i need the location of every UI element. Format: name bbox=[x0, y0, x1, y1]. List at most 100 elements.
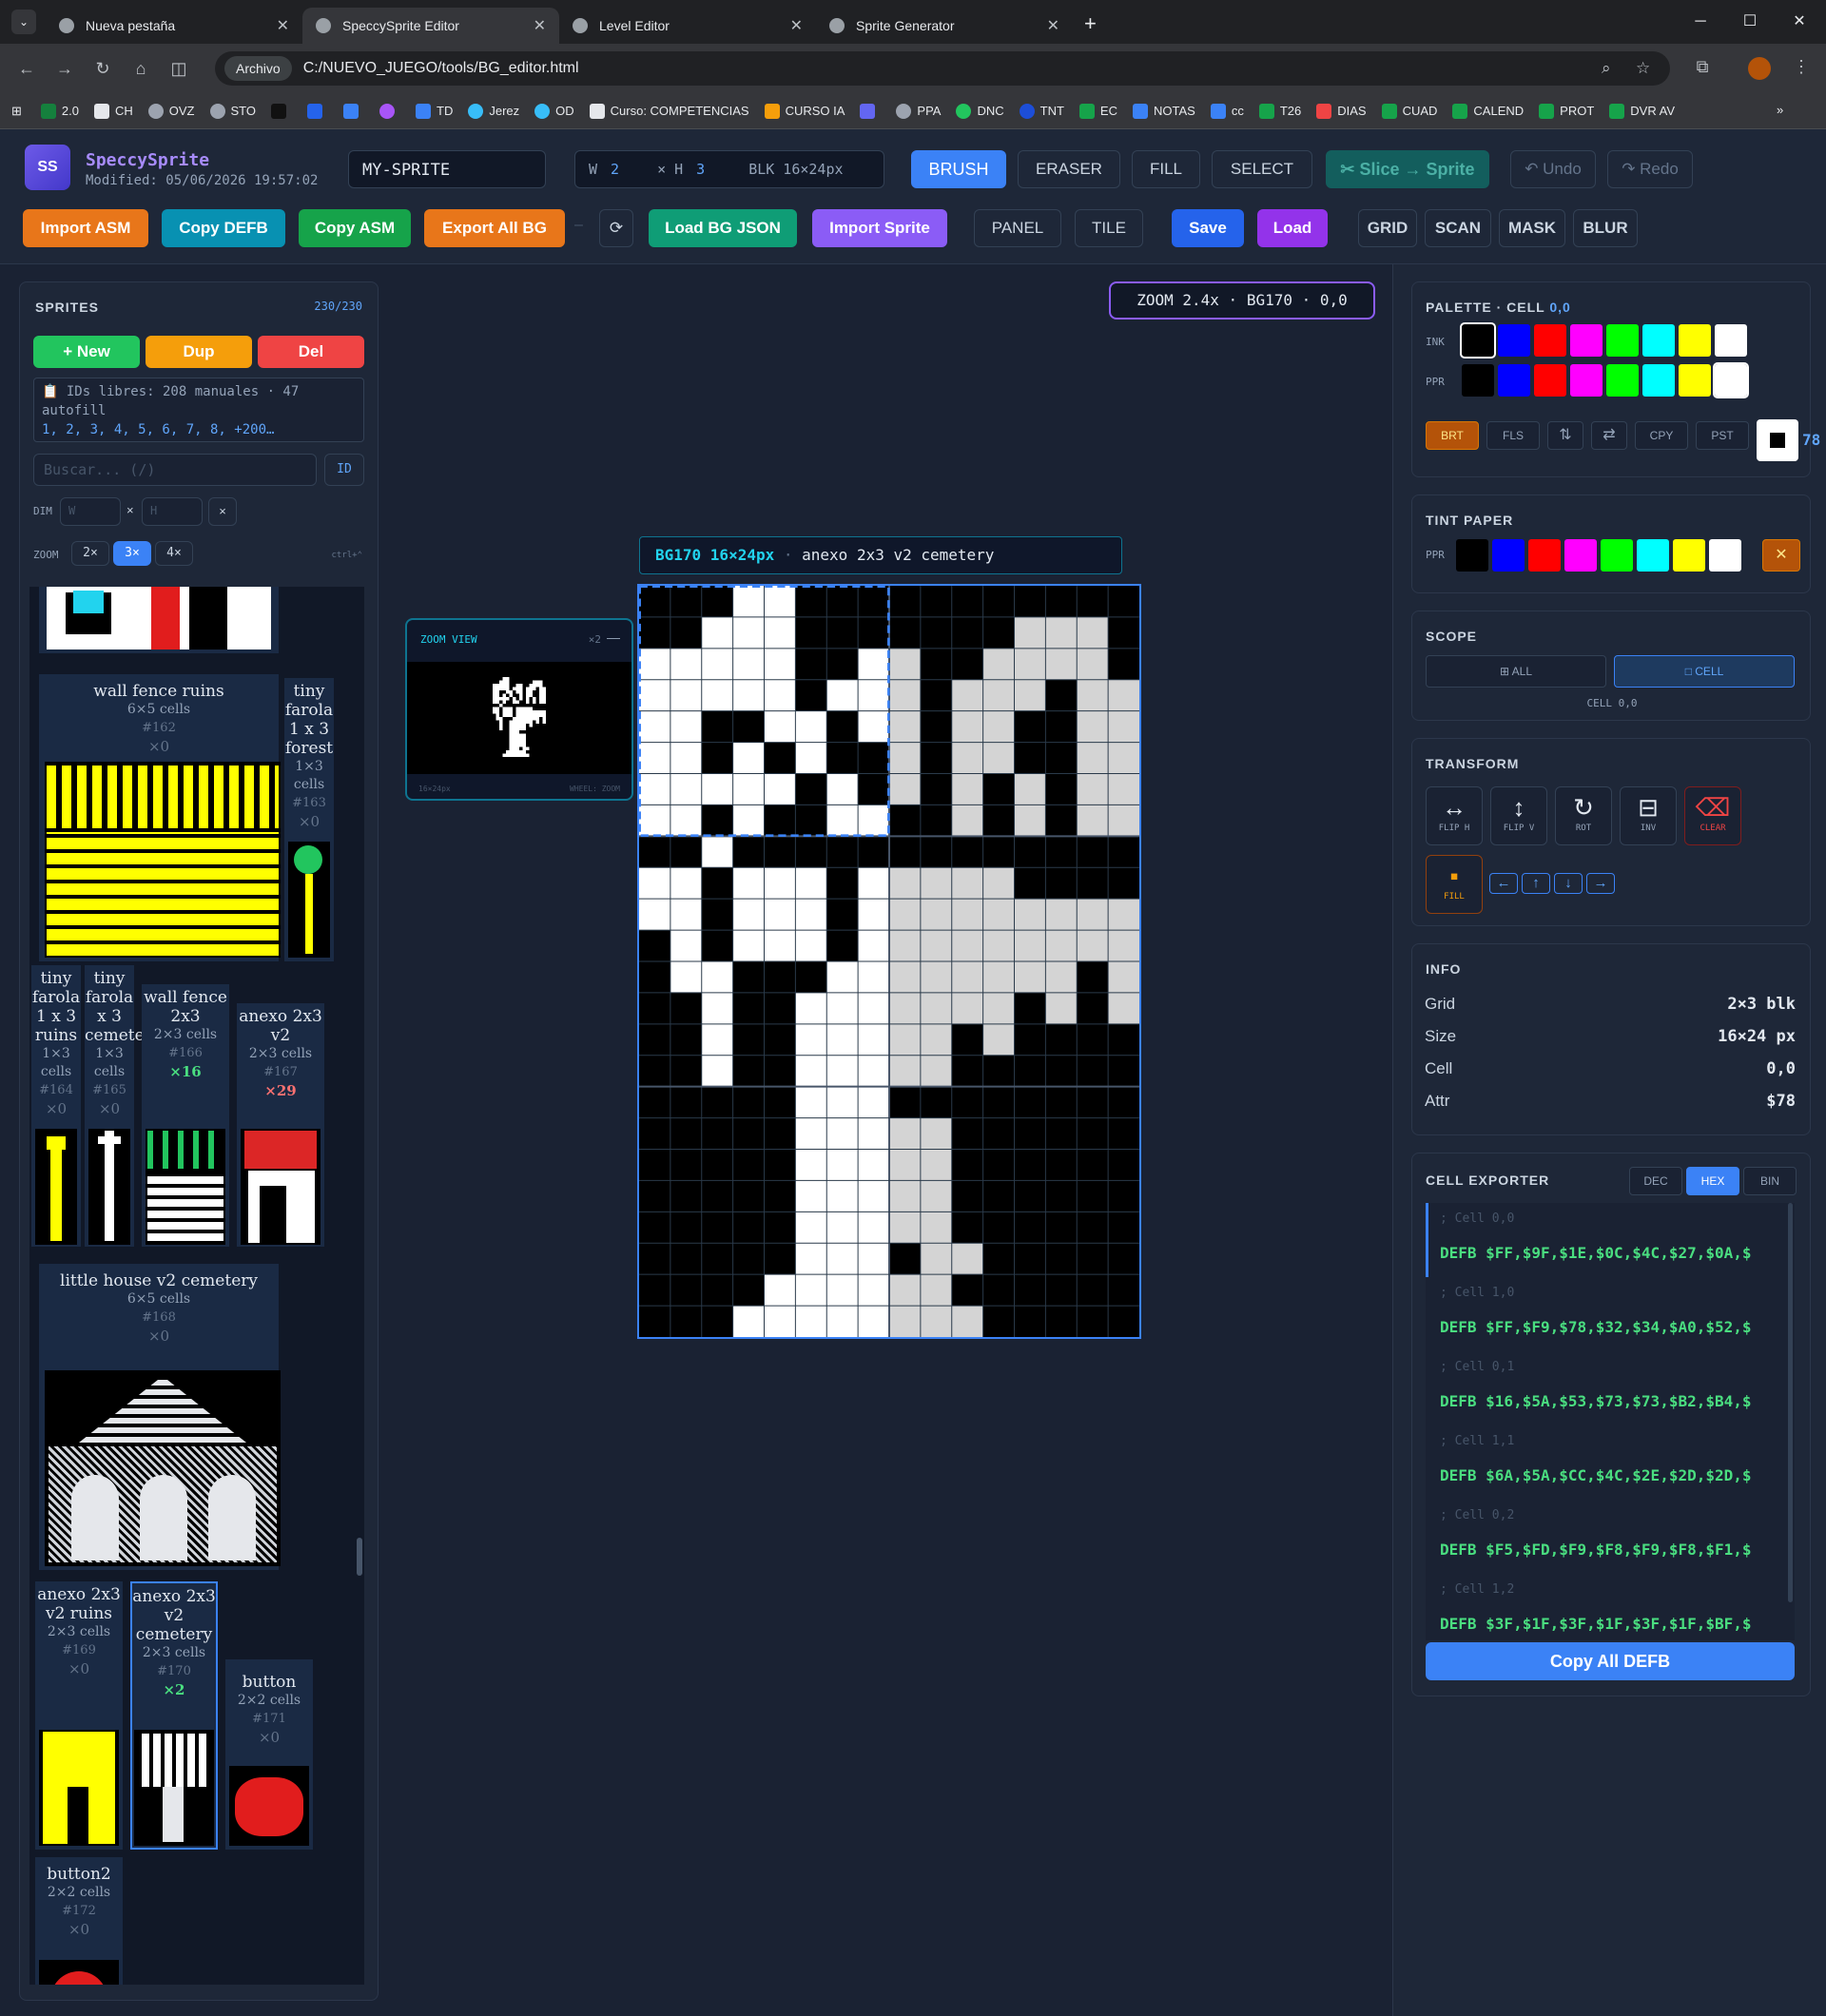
pixel-on[interactable] bbox=[764, 679, 796, 711]
pixel-on[interactable] bbox=[826, 1243, 859, 1275]
new-sprite-button[interactable]: + New bbox=[33, 336, 140, 368]
forward-icon[interactable]: → bbox=[46, 59, 84, 79]
pixel-on[interactable] bbox=[858, 1149, 889, 1181]
mask-toggle-button[interactable]: MASK bbox=[1499, 209, 1565, 247]
export-all-bg-button[interactable]: Export All BG bbox=[424, 209, 565, 247]
bookmark-curso-ia[interactable]: CURSO IA bbox=[764, 103, 845, 119]
pixel-on[interactable] bbox=[920, 1023, 952, 1056]
pixel-on[interactable] bbox=[858, 1055, 889, 1087]
pixel-on[interactable] bbox=[889, 1212, 921, 1244]
extensions-icon[interactable]: ⧉ bbox=[1683, 57, 1721, 77]
pixel-on[interactable] bbox=[639, 742, 670, 774]
profile-avatar[interactable] bbox=[1748, 57, 1771, 80]
sprite-tile-167[interactable]: anexo 2x3 v2 2×3 cells #167 ×29 bbox=[237, 1003, 324, 1247]
bookmark-od[interactable]: OD bbox=[534, 103, 574, 119]
pixel-on[interactable] bbox=[795, 710, 827, 743]
color-swatch[interactable] bbox=[1462, 364, 1494, 397]
color-swatch[interactable] bbox=[1528, 539, 1561, 572]
pixel-on[interactable] bbox=[889, 1023, 921, 1056]
tab-nueva-pestana[interactable]: Nueva pestaña ✕ bbox=[46, 8, 302, 44]
pixel-on[interactable] bbox=[764, 899, 796, 931]
pixel-on[interactable] bbox=[795, 1086, 827, 1118]
pixel-on[interactable] bbox=[889, 992, 921, 1024]
pixel-on[interactable] bbox=[795, 867, 827, 900]
pixel-on[interactable] bbox=[858, 930, 889, 961]
pixel-on[interactable] bbox=[920, 992, 952, 1024]
pixel-on[interactable] bbox=[858, 1023, 889, 1056]
bookmark-jerez[interactable]: Jerez bbox=[468, 103, 519, 119]
color-swatch[interactable] bbox=[1715, 324, 1747, 357]
defb-output[interactable] bbox=[1426, 1203, 1795, 1640]
format-bin-button[interactable]: BIN bbox=[1743, 1167, 1797, 1195]
dim-width-input[interactable]: W bbox=[60, 497, 121, 526]
flip-v-button[interactable]: ↕ FLIP V bbox=[1490, 786, 1547, 845]
pixel-on[interactable] bbox=[858, 1117, 889, 1150]
pixel-on[interactable] bbox=[1108, 742, 1139, 774]
sprite-tile-166[interactable]: wall fence 2x3 2×3 cells #166 ×16 bbox=[142, 984, 229, 1247]
pixel-on[interactable] bbox=[1014, 930, 1046, 961]
pixel-on[interactable] bbox=[826, 679, 859, 711]
pixel-on[interactable] bbox=[795, 899, 827, 931]
scan-toggle-button[interactable]: SCAN bbox=[1425, 209, 1491, 247]
color-swatch[interactable] bbox=[1534, 364, 1566, 397]
pixel-on[interactable] bbox=[1108, 804, 1139, 837]
pixel-on[interactable] bbox=[951, 961, 983, 993]
tile-toggle-button[interactable]: TILE bbox=[1075, 209, 1143, 247]
pixel-on[interactable] bbox=[795, 1212, 827, 1244]
pixel-on[interactable] bbox=[670, 867, 702, 900]
pixel-on[interactable] bbox=[826, 1274, 859, 1307]
rotate-button[interactable]: ↻ ROT bbox=[1555, 786, 1612, 845]
pixel-on[interactable] bbox=[982, 679, 1015, 711]
import-asm-button[interactable]: Import ASM bbox=[23, 209, 148, 247]
sprite-search-input[interactable]: Buscar... (/) bbox=[33, 454, 317, 486]
free-ids-list[interactable]: 1, 2, 3, 4, 5, 6, 7, 8, +200… bbox=[42, 420, 356, 439]
pixel-on[interactable] bbox=[764, 930, 796, 961]
pixel-on[interactable] bbox=[920, 1212, 952, 1244]
dup-sprite-button[interactable]: Dup bbox=[146, 336, 252, 368]
pixel-on[interactable] bbox=[1077, 648, 1109, 680]
pixel-on[interactable] bbox=[1014, 679, 1046, 711]
pixel-on[interactable] bbox=[639, 899, 670, 931]
pixel-on[interactable] bbox=[670, 710, 702, 743]
pixel-on[interactable] bbox=[639, 679, 670, 711]
pixel-on[interactable] bbox=[826, 1306, 859, 1337]
pixel-on[interactable] bbox=[982, 992, 1015, 1024]
pixel-on[interactable] bbox=[795, 742, 827, 774]
blur-toggle-button[interactable]: BLUR bbox=[1573, 209, 1638, 247]
clear-dim-button[interactable]: × bbox=[208, 497, 237, 526]
color-swatch[interactable] bbox=[1564, 539, 1597, 572]
close-tab-icon[interactable]: ✕ bbox=[277, 16, 289, 35]
pixel-on[interactable] bbox=[1045, 930, 1078, 961]
sprite-name-input[interactable]: MY-SPRITE bbox=[348, 150, 546, 188]
format-hex-button[interactable]: HEX bbox=[1686, 1167, 1739, 1195]
home-icon[interactable]: ⌂ bbox=[122, 59, 160, 79]
color-swatch[interactable] bbox=[1713, 362, 1749, 398]
pixel-on[interactable] bbox=[795, 1055, 827, 1087]
fill-cell-button[interactable]: ▪ FILL bbox=[1426, 855, 1483, 914]
pixel-on[interactable] bbox=[639, 867, 670, 900]
pixel-on[interactable] bbox=[795, 1274, 827, 1307]
pixel-on[interactable] bbox=[920, 961, 952, 993]
color-swatch[interactable] bbox=[1492, 539, 1525, 572]
pixel-on[interactable] bbox=[670, 648, 702, 680]
tab-search-button[interactable]: ⌄ bbox=[11, 10, 36, 34]
color-swatch[interactable] bbox=[1673, 539, 1705, 572]
pixel-on[interactable] bbox=[701, 1023, 733, 1056]
dim-height-input[interactable]: H bbox=[142, 497, 203, 526]
pixel-on[interactable] bbox=[1014, 961, 1046, 993]
maximize-icon[interactable]: ☐ bbox=[1723, 0, 1777, 44]
color-swatch[interactable] bbox=[1570, 364, 1603, 397]
pixel-on[interactable] bbox=[670, 804, 702, 837]
grid-toggle-button[interactable]: GRID bbox=[1358, 209, 1417, 247]
bookmark-outlook-icon[interactable] bbox=[307, 103, 328, 119]
pixel-on[interactable] bbox=[1077, 742, 1109, 774]
sidebar-icon[interactable]: ◫ bbox=[160, 59, 198, 79]
bookmark-ovz[interactable]: OVZ bbox=[147, 103, 195, 119]
pixel-on[interactable] bbox=[1045, 616, 1078, 649]
pixel-on[interactable] bbox=[982, 899, 1015, 931]
bookmark-tnt[interactable]: TNT bbox=[1019, 103, 1064, 119]
pixel-on[interactable] bbox=[1077, 679, 1109, 711]
more-bookmarks-icon[interactable]: » bbox=[1777, 103, 1783, 117]
swap-horizontal-icon[interactable]: ⇄ bbox=[1591, 421, 1627, 450]
pixel-on[interactable] bbox=[1077, 616, 1109, 649]
